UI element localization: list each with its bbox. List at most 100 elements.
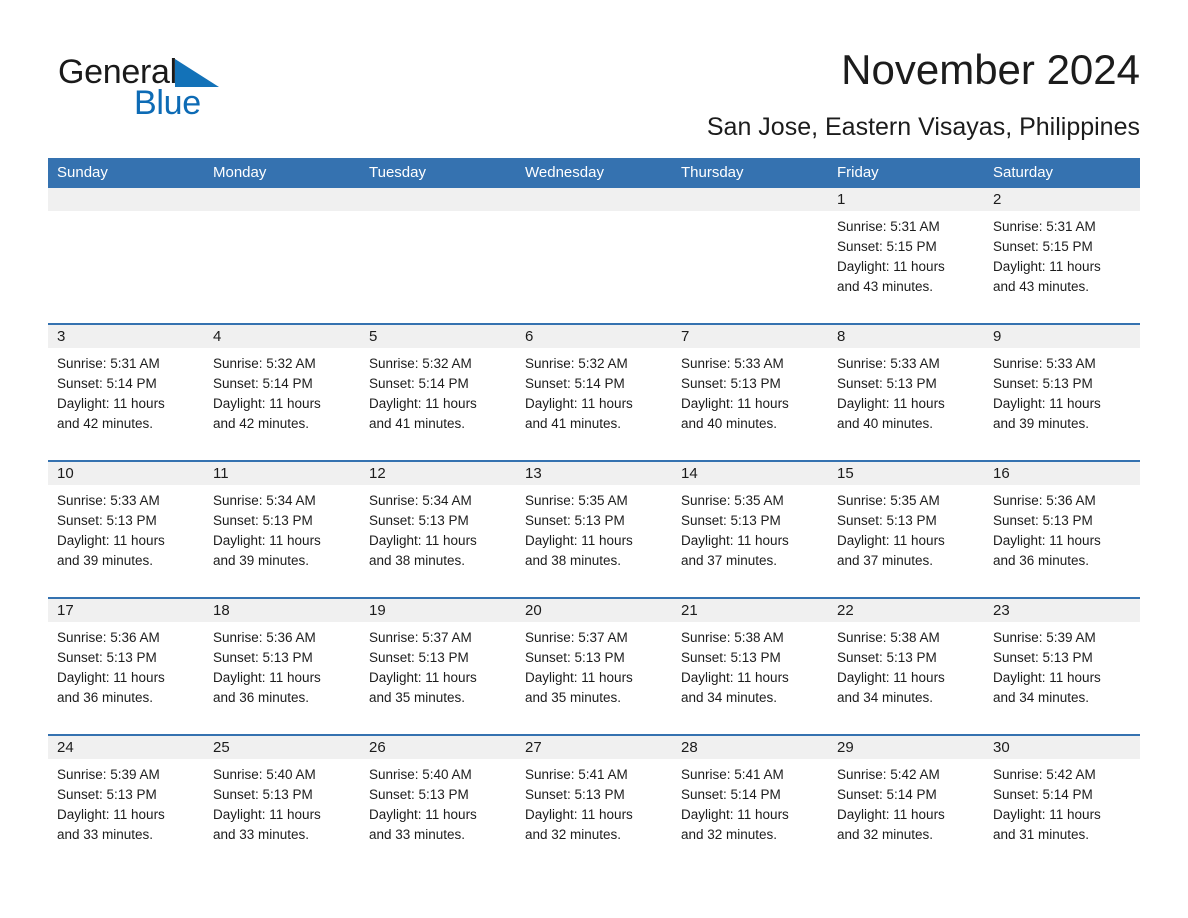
day-number[interactable]: 14 [672, 462, 828, 485]
day-number[interactable]: 1 [828, 188, 984, 211]
day-detail-line: and 36 minutes. [993, 553, 1090, 568]
day-detail-line: and 34 minutes. [837, 690, 934, 705]
day-cell[interactable]: Sunrise: 5:33 AM Sunset: 5:13 PM Daylight:… [672, 348, 828, 460]
day-cell[interactable]: Sunrise: 5:33 AM Sunset: 5:13 PM Daylight:… [828, 348, 984, 460]
day-cell[interactable]: Sunrise: 5:34 AM Sunset: 5:13 PM Daylight:… [360, 485, 516, 597]
day-cell[interactable]: Sunrise: 5:31 AM Sunset: 5:14 PM Daylight:… [48, 348, 204, 460]
day-number[interactable]: 12 [360, 462, 516, 485]
general-blue-logo: General Blue [58, 52, 318, 132]
day-cell[interactable]: Sunrise: 5:42 AM Sunset: 5:14 PM Daylight:… [828, 759, 984, 871]
day-detail-line: Sunset: 5:13 PM [525, 650, 625, 665]
day-cell[interactable]: Sunrise: 5:32 AM Sunset: 5:14 PM Daylight:… [204, 348, 360, 460]
day-number[interactable]: 2 [984, 188, 1140, 211]
day-detail-line: Sunrise: 5:36 AM [993, 493, 1096, 508]
day-detail-line: Sunset: 5:13 PM [213, 513, 313, 528]
day-number[interactable]: 6 [516, 325, 672, 348]
day-number[interactable]: 24 [48, 736, 204, 759]
day-detail-line: and 40 minutes. [681, 416, 778, 431]
day-detail-line: Sunrise: 5:37 AM [525, 630, 628, 645]
day-detail-line: Daylight: 11 hours [681, 807, 789, 822]
day-number[interactable]: 10 [48, 462, 204, 485]
week-detail-band: Sunrise: 5:31 AM Sunset: 5:15 PM Daylight:… [48, 211, 1140, 323]
day-detail-line: and 42 minutes. [213, 416, 310, 431]
day-cell[interactable]: Sunrise: 5:38 AM Sunset: 5:13 PM Daylight:… [828, 622, 984, 734]
day-detail-line: Sunset: 5:13 PM [369, 650, 469, 665]
day-detail-line: and 38 minutes. [525, 553, 622, 568]
day-cell[interactable]: Sunrise: 5:39 AM Sunset: 5:13 PM Daylight:… [48, 759, 204, 871]
day-cell[interactable]: Sunrise: 5:33 AM Sunset: 5:13 PM Daylight:… [984, 348, 1140, 460]
day-detail-line: Sunset: 5:13 PM [369, 787, 469, 802]
day-cell[interactable]: Sunrise: 5:41 AM Sunset: 5:13 PM Daylight:… [516, 759, 672, 871]
day-cell[interactable]: Sunrise: 5:38 AM Sunset: 5:13 PM Daylight:… [672, 622, 828, 734]
day-detail-line: and 40 minutes. [837, 416, 934, 431]
day-number[interactable]: 28 [672, 736, 828, 759]
day-detail-line: Daylight: 11 hours [993, 807, 1101, 822]
day-detail-line: Sunset: 5:15 PM [993, 239, 1093, 254]
day-cell[interactable]: Sunrise: 5:32 AM Sunset: 5:14 PM Daylight:… [360, 348, 516, 460]
day-cell[interactable]: Sunrise: 5:35 AM Sunset: 5:13 PM Daylight:… [516, 485, 672, 597]
day-number[interactable]: 21 [672, 599, 828, 622]
day-cell[interactable]: Sunrise: 5:35 AM Sunset: 5:13 PM Daylight:… [672, 485, 828, 597]
day-number[interactable]: 4 [204, 325, 360, 348]
day-number[interactable]: 11 [204, 462, 360, 485]
day-cell[interactable]: Sunrise: 5:31 AM Sunset: 5:15 PM Daylight:… [984, 211, 1140, 323]
day-cell[interactable]: Sunrise: 5:40 AM Sunset: 5:13 PM Daylight:… [360, 759, 516, 871]
day-number[interactable]: 9 [984, 325, 1140, 348]
day-detail-line: Sunrise: 5:34 AM [369, 493, 472, 508]
day-cell[interactable]: Sunrise: 5:36 AM Sunset: 5:13 PM Daylight:… [204, 622, 360, 734]
day-detail-line: Sunset: 5:13 PM [837, 376, 937, 391]
week-detail-band: Sunrise: 5:39 AM Sunset: 5:13 PM Daylight:… [48, 759, 1140, 871]
day-detail-line: and 33 minutes. [57, 827, 154, 842]
day-cell[interactable]: Sunrise: 5:33 AM Sunset: 5:13 PM Daylight:… [48, 485, 204, 597]
day-detail-line: Sunset: 5:14 PM [57, 376, 157, 391]
day-cell[interactable]: Sunrise: 5:31 AM Sunset: 5:15 PM Daylight:… [828, 211, 984, 323]
day-number[interactable]: 8 [828, 325, 984, 348]
day-cell[interactable]: Sunrise: 5:41 AM Sunset: 5:14 PM Daylight:… [672, 759, 828, 871]
day-cell[interactable]: Sunrise: 5:37 AM Sunset: 5:13 PM Daylight:… [360, 622, 516, 734]
logo-line-two: Blue [58, 86, 318, 126]
day-number[interactable]: 22 [828, 599, 984, 622]
weekday-header-tuesday: Tuesday [369, 164, 426, 181]
day-number[interactable]: 29 [828, 736, 984, 759]
day-cell[interactable]: Sunrise: 5:36 AM Sunset: 5:13 PM Daylight:… [984, 485, 1140, 597]
day-detail-line: Daylight: 11 hours [681, 670, 789, 685]
day-detail-line: and 36 minutes. [213, 690, 310, 705]
day-cell[interactable]: Sunrise: 5:37 AM Sunset: 5:13 PM Daylight:… [516, 622, 672, 734]
day-detail-line: Sunrise: 5:32 AM [369, 356, 472, 371]
day-number[interactable]: 18 [204, 599, 360, 622]
day-number[interactable]: 15 [828, 462, 984, 485]
day-cell[interactable]: Sunrise: 5:32 AM Sunset: 5:14 PM Daylight:… [516, 348, 672, 460]
day-cell[interactable]: Sunrise: 5:34 AM Sunset: 5:13 PM Daylight:… [204, 485, 360, 597]
day-detail-line: Sunrise: 5:32 AM [525, 356, 628, 371]
day-number[interactable]: 25 [204, 736, 360, 759]
day-number[interactable]: 19 [360, 599, 516, 622]
day-cell[interactable]: Sunrise: 5:39 AM Sunset: 5:13 PM Daylight:… [984, 622, 1140, 734]
day-number[interactable]: 7 [672, 325, 828, 348]
day-number[interactable]: 13 [516, 462, 672, 485]
day-number[interactable]: 27 [516, 736, 672, 759]
day-number[interactable]: 23 [984, 599, 1140, 622]
day-cell[interactable]: Sunrise: 5:36 AM Sunset: 5:13 PM Daylight:… [48, 622, 204, 734]
day-detail-line: and 37 minutes. [837, 553, 934, 568]
day-cell[interactable]: Sunrise: 5:35 AM Sunset: 5:13 PM Daylight:… [828, 485, 984, 597]
day-number[interactable]: 26 [360, 736, 516, 759]
calendar-week-row: 24 25 26 27 28 29 30 Sunrise: 5:39 AM Sunset: 5:… [48, 734, 1140, 871]
day-detail-line: Sunset: 5:13 PM [57, 513, 157, 528]
calendar-week-row: 17 18 19 20 21 22 23 Sunrise: 5:36 AM Sunset: 5:… [48, 597, 1140, 734]
day-number[interactable]: 30 [984, 736, 1140, 759]
day-number[interactable]: 20 [516, 599, 672, 622]
calendar-week-row: 10 11 12 13 14 15 16 Sunrise: 5:33 AM Sunset: 5:… [48, 460, 1140, 597]
logo-word-blue: Blue [134, 84, 201, 122]
day-detail-line: Sunset: 5:13 PM [57, 650, 157, 665]
day-detail-line: Sunrise: 5:40 AM [213, 767, 316, 782]
day-number[interactable]: 17 [48, 599, 204, 622]
weekday-header-monday: Monday [213, 164, 267, 181]
day-detail-line: and 41 minutes. [369, 416, 466, 431]
day-number[interactable]: 16 [984, 462, 1140, 485]
day-number[interactable]: 3 [48, 325, 204, 348]
day-number[interactable]: 5 [360, 325, 516, 348]
day-cell[interactable]: Sunrise: 5:42 AM Sunset: 5:14 PM Daylight:… [984, 759, 1140, 871]
day-cell[interactable]: Sunrise: 5:40 AM Sunset: 5:13 PM Daylight:… [204, 759, 360, 871]
day-detail-line: Sunrise: 5:38 AM [681, 630, 784, 645]
page-title: November 2024 [841, 46, 1140, 93]
